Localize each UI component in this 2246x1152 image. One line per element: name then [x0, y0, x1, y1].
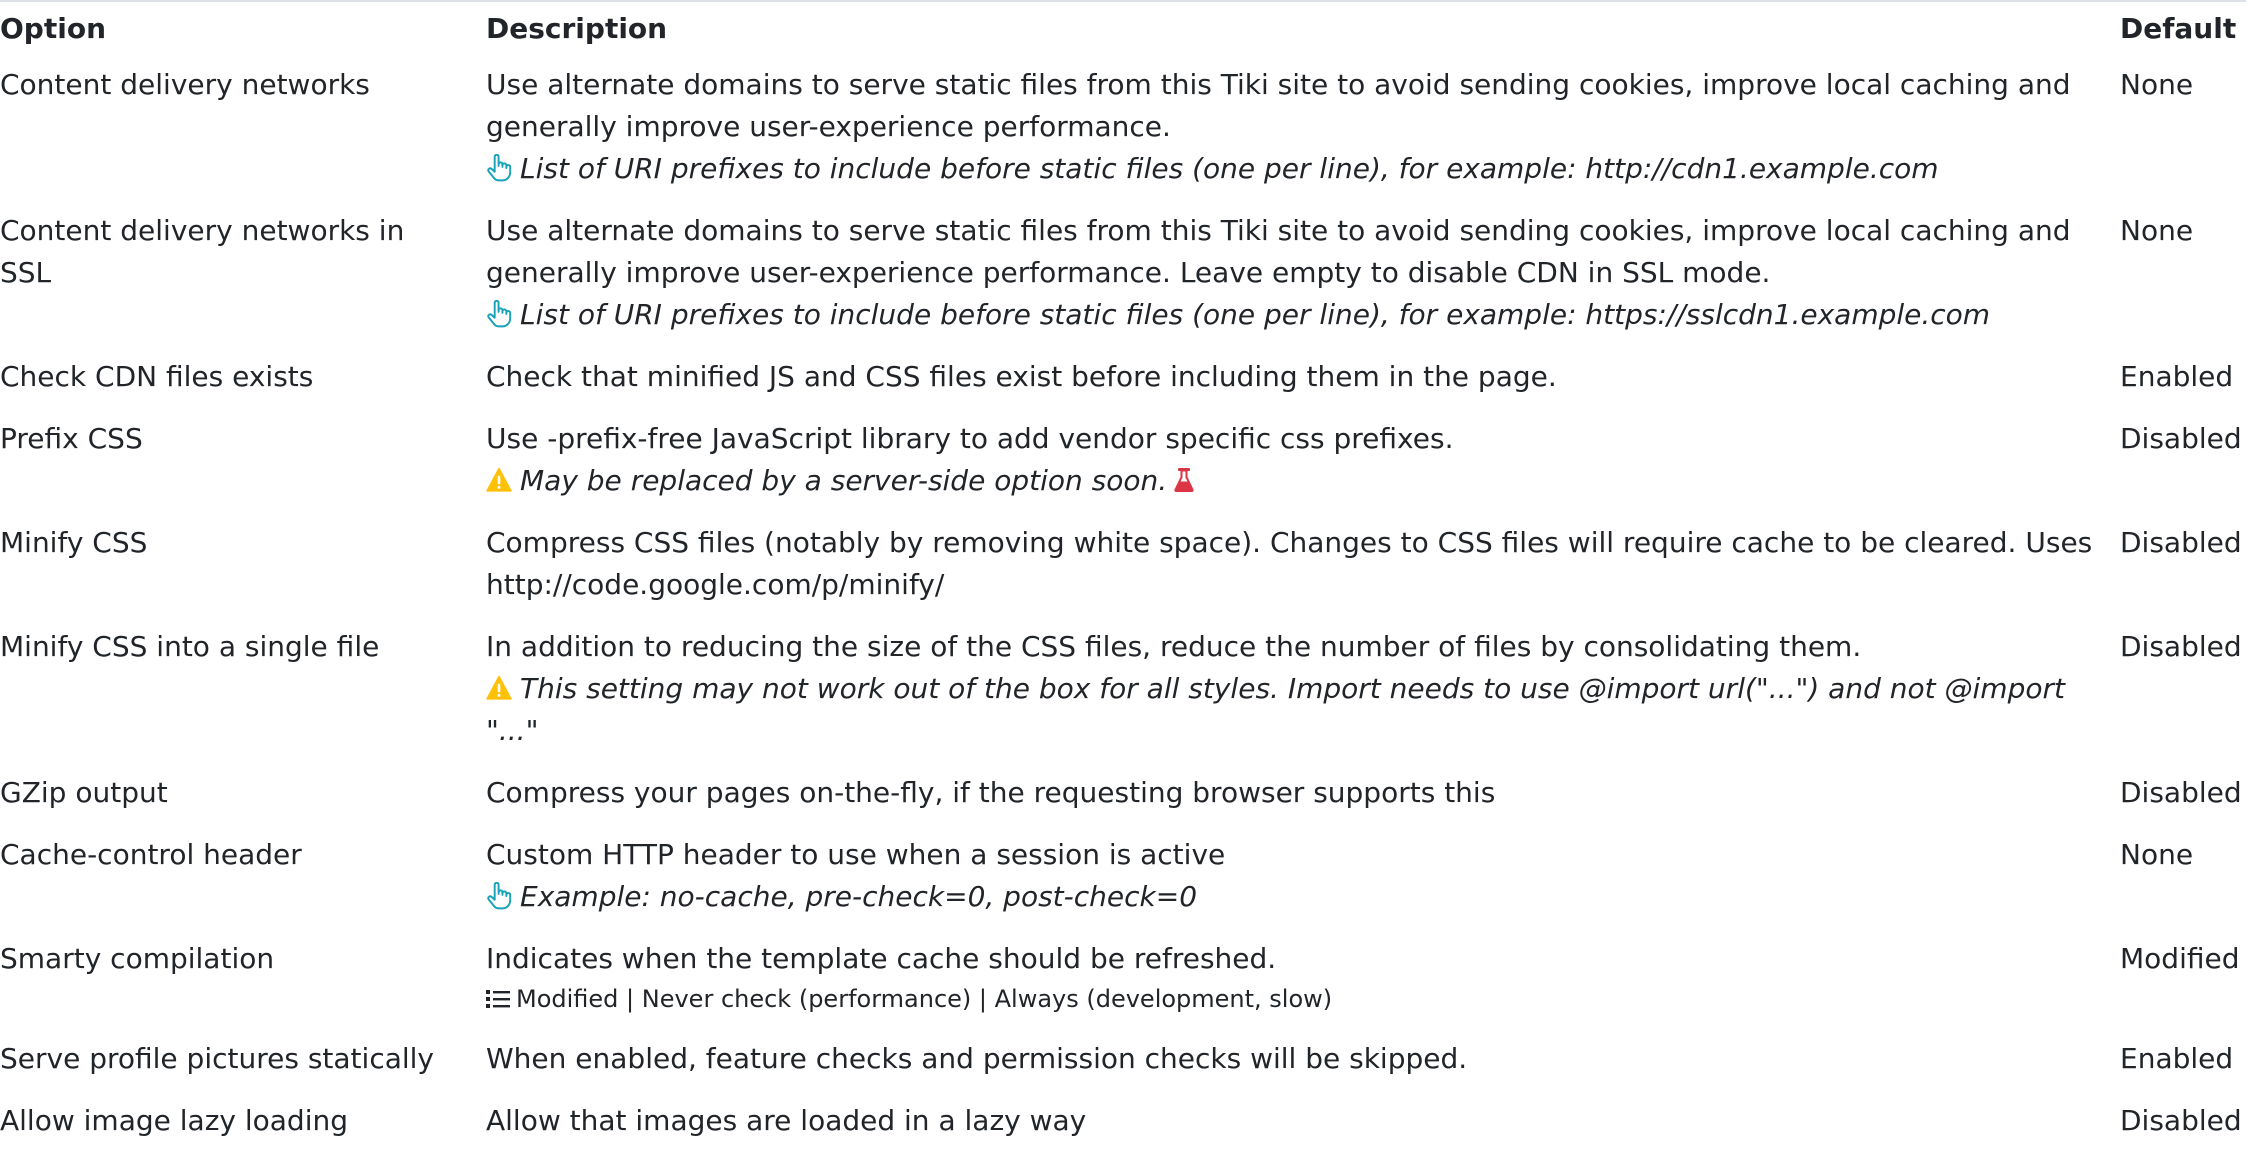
list-icon — [486, 990, 510, 1008]
option-name: Content delivery networks — [0, 68, 370, 101]
option-description: Compress your pages on-the-fly, if the r… — [486, 776, 1496, 809]
table-row: Check CDN files exists Check that minifie… — [0, 346, 2246, 408]
option-default: Disabled — [2120, 630, 2242, 663]
option-default: None — [2120, 68, 2194, 101]
option-choices: Modified | Never check (performance) | A… — [486, 980, 2096, 1018]
table-row: Serve profile pictures statically When en… — [0, 1028, 2246, 1090]
option-name: Cache-control header — [0, 838, 302, 871]
option-default: Disabled — [2120, 1104, 2242, 1137]
option-warning: This setting may not work out of the box… — [486, 668, 2096, 752]
option-name: Check CDN files exists — [0, 360, 314, 393]
option-default: Disabled — [2120, 776, 2242, 809]
table-row: Content delivery networks Use alternate d… — [0, 54, 2246, 200]
option-name: Minify CSS into a single file — [0, 630, 380, 663]
option-description-cell: Indicates when the template cache should… — [474, 928, 2108, 1028]
preferences-table: Option Description Default Content deliv… — [0, 0, 2246, 1152]
option-default: None — [2120, 214, 2194, 247]
option-description: Check that minified JS and CSS files exi… — [486, 360, 1557, 393]
hand-pointer-icon — [487, 882, 512, 910]
option-description: Indicates when the template cache should… — [486, 942, 1277, 975]
option-warning: May be replaced by a server-side option … — [486, 460, 2096, 502]
table-row: Smarty compilation Indicates when the tem… — [0, 928, 2246, 1028]
option-hint: List of URI prefixes to include before s… — [486, 148, 2096, 190]
warning-icon — [486, 467, 512, 492]
option-description: In addition to reducing the size of the … — [486, 630, 1862, 663]
column-header-description: Description — [486, 12, 668, 45]
option-name: Minify CSS — [0, 526, 148, 559]
table-row: Allow image lazy loading Allow that image… — [0, 1090, 2246, 1152]
flask-icon — [1174, 468, 1194, 492]
option-description-cell: When enabled, feature checks and permiss… — [474, 1028, 2108, 1090]
preferences-table-wrapper: Option Description Default Content deliv… — [0, 0, 2246, 1152]
option-hint: List of URI prefixes to include before s… — [486, 294, 2096, 336]
column-header-option: Option — [0, 12, 106, 45]
option-default: None — [2120, 838, 2194, 871]
table-row: Minify CSS Compress CSS files (notably by… — [0, 512, 2246, 616]
option-description-cell: Compress CSS files (notably by removing … — [474, 512, 2108, 616]
option-default: Enabled — [2120, 360, 2234, 393]
option-description-cell: In addition to reducing the size of the … — [474, 616, 2108, 762]
table-header-row: Option Description Default — [0, 0, 2246, 54]
option-description-cell: Allow that images are loaded in a lazy w… — [474, 1090, 2108, 1152]
option-name: Prefix CSS — [0, 422, 143, 455]
option-choices-text: Modified | Never check (performance) | A… — [516, 985, 1333, 1013]
option-name: Content delivery networks in SSL — [0, 214, 405, 289]
table-row: GZip output Compress your pages on-the-fl… — [0, 762, 2246, 824]
option-name: Allow image lazy loading — [0, 1104, 349, 1137]
warning-icon — [486, 675, 512, 700]
option-description: When enabled, feature checks and permiss… — [486, 1042, 1468, 1075]
option-description-cell: Use alternate domains to serve static fi… — [474, 54, 2108, 200]
option-default: Disabled — [2120, 422, 2242, 455]
option-description: Use alternate domains to serve static fi… — [486, 68, 2071, 143]
option-description-cell: Use alternate domains to serve static fi… — [474, 200, 2108, 346]
option-warning-text: This setting may not work out of the box… — [486, 672, 2065, 747]
option-description-cell: Compress your pages on-the-fly, if the r… — [474, 762, 2108, 824]
column-header-default: Default — [2120, 12, 2237, 45]
option-description: Use -prefix-free JavaScript library to a… — [486, 422, 1454, 455]
option-name: Serve profile pictures statically — [0, 1042, 434, 1075]
option-description-cell: Use -prefix-free JavaScript library to a… — [474, 408, 2108, 512]
option-hint-text: List of URI prefixes to include before s… — [520, 152, 1939, 185]
table-row: Content delivery networks in SSL Use alte… — [0, 200, 2246, 346]
option-name: GZip output — [0, 776, 168, 809]
option-default: Enabled — [2120, 1042, 2234, 1075]
table-row: Cache-control header Custom HTTP header t… — [0, 824, 2246, 928]
table-row: Minify CSS into a single file In addition… — [0, 616, 2246, 762]
option-hint-text: List of URI prefixes to include before s… — [520, 298, 1991, 331]
option-description: Compress CSS files (notably by removing … — [486, 526, 2093, 601]
option-hint-text: Example: no-cache, pre-check=0, post-che… — [520, 880, 1198, 913]
option-default: Disabled — [2120, 526, 2242, 559]
option-description-cell: Custom HTTP header to use when a session… — [474, 824, 2108, 928]
option-description-cell: Check that minified JS and CSS files exi… — [474, 346, 2108, 408]
option-description: Use alternate domains to serve static fi… — [486, 214, 2071, 289]
option-description: Allow that images are loaded in a lazy w… — [486, 1104, 1087, 1137]
option-hint: Example: no-cache, pre-check=0, post-che… — [486, 876, 2096, 918]
table-row: Prefix CSS Use -prefix-free JavaScript li… — [0, 408, 2246, 512]
hand-pointer-icon — [487, 300, 512, 328]
option-warning-text: May be replaced by a server-side option … — [520, 464, 1168, 497]
option-name: Smarty compilation — [0, 942, 275, 975]
option-description: Custom HTTP header to use when a session… — [486, 838, 1226, 871]
hand-pointer-icon — [487, 154, 512, 182]
option-default: Modified — [2120, 942, 2240, 975]
